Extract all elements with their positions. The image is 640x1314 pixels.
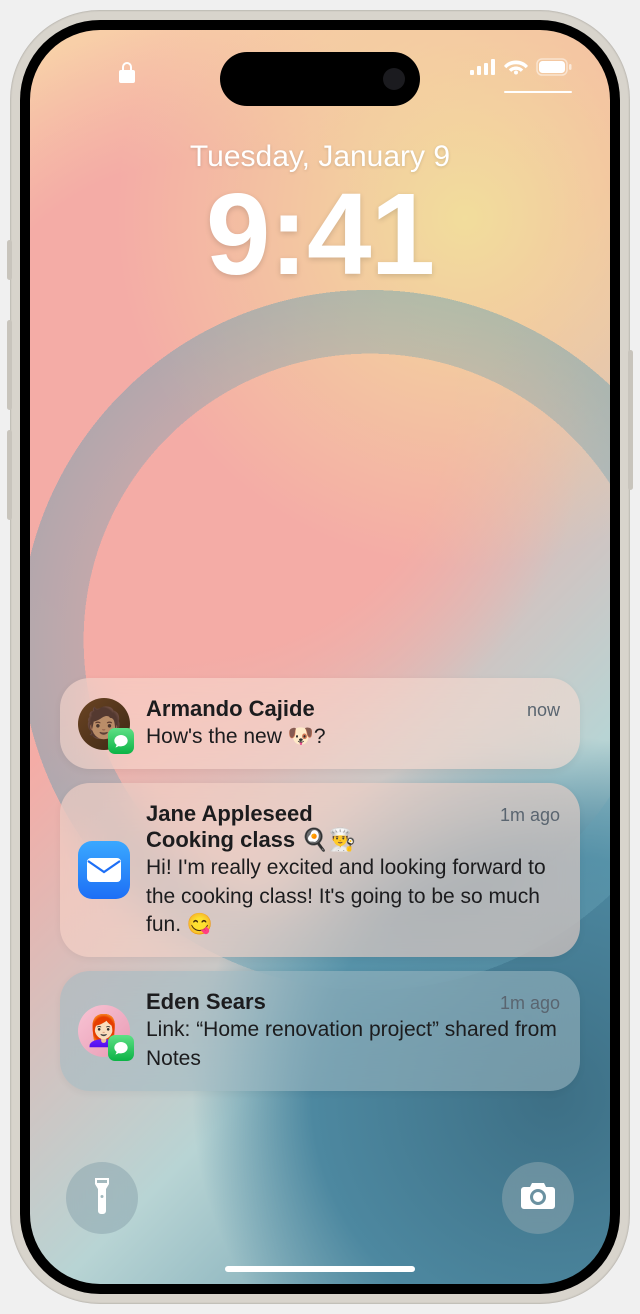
notification-card[interactable]: Jane Appleseed 1m ago Cooking class 🍳👨‍🍳…	[60, 783, 580, 957]
notification-list: 🧑🏽 Armando Cajide now How's the new 🐶?	[60, 678, 580, 1091]
notification-sender: Eden Sears	[146, 989, 266, 1015]
lock-icon	[118, 61, 136, 90]
cellular-signal-icon	[470, 59, 496, 80]
notification-subject: Cooking class 🍳👨‍🍳	[146, 827, 560, 853]
notification-body: Armando Cajide now How's the new 🐶?	[146, 696, 560, 751]
notification-card[interactable]: 🧑🏽 Armando Cajide now How's the new 🐶?	[60, 678, 580, 769]
date-time-widget[interactable]: Tuesday, January 9 9:41	[30, 140, 610, 296]
notification-avatar: 🧑🏽	[78, 698, 130, 750]
wifi-icon	[504, 58, 528, 81]
notification-card[interactable]: 👩🏻‍🦰 Eden Sears 1m ago Link: “Home renov…	[60, 971, 580, 1091]
flashlight-button[interactable]	[66, 1162, 138, 1234]
notification-avatar: 👩🏻‍🦰	[78, 1005, 130, 1057]
notification-avatar	[78, 841, 130, 899]
messages-app-badge-icon	[108, 728, 134, 754]
home-indicator[interactable]	[225, 1266, 415, 1272]
notification-time: now	[527, 700, 560, 721]
dynamic-island[interactable]	[220, 52, 420, 106]
messages-app-badge-icon	[108, 1035, 134, 1061]
notification-message: Hi! I'm really excited and looking forwa…	[146, 854, 560, 939]
phone-bezel: Tuesday, January 9 9:41 🧑🏽 Armando Cajid…	[20, 20, 620, 1294]
notification-sender: Armando Cajide	[146, 696, 315, 722]
silent-switch	[7, 240, 12, 280]
phone-frame: Tuesday, January 9 9:41 🧑🏽 Armando Cajid…	[10, 10, 630, 1304]
quick-actions	[66, 1162, 574, 1234]
notification-message: Link: “Home renovation project” shared f…	[146, 1016, 560, 1073]
notification-sender: Jane Appleseed	[146, 801, 313, 827]
camera-button[interactable]	[502, 1162, 574, 1234]
notification-body: Eden Sears 1m ago Link: “Home renovation…	[146, 989, 560, 1073]
lock-screen-time: 9:41	[30, 174, 610, 296]
camera-icon	[519, 1181, 557, 1216]
mail-app-icon	[78, 841, 130, 899]
charge-indicator-icon	[504, 91, 572, 93]
battery-icon	[536, 58, 572, 81]
front-camera-icon	[383, 68, 405, 90]
volume-down-button	[7, 430, 12, 520]
lock-screen[interactable]: Tuesday, January 9 9:41 🧑🏽 Armando Cajid…	[30, 30, 610, 1284]
notification-message: How's the new 🐶?	[146, 723, 560, 751]
notification-body: Jane Appleseed 1m ago Cooking class 🍳👨‍🍳…	[146, 801, 560, 939]
flashlight-icon	[89, 1176, 115, 1221]
notification-time: 1m ago	[500, 805, 560, 826]
volume-up-button	[7, 320, 12, 410]
notification-time: 1m ago	[500, 993, 560, 1014]
power-button	[628, 350, 633, 490]
